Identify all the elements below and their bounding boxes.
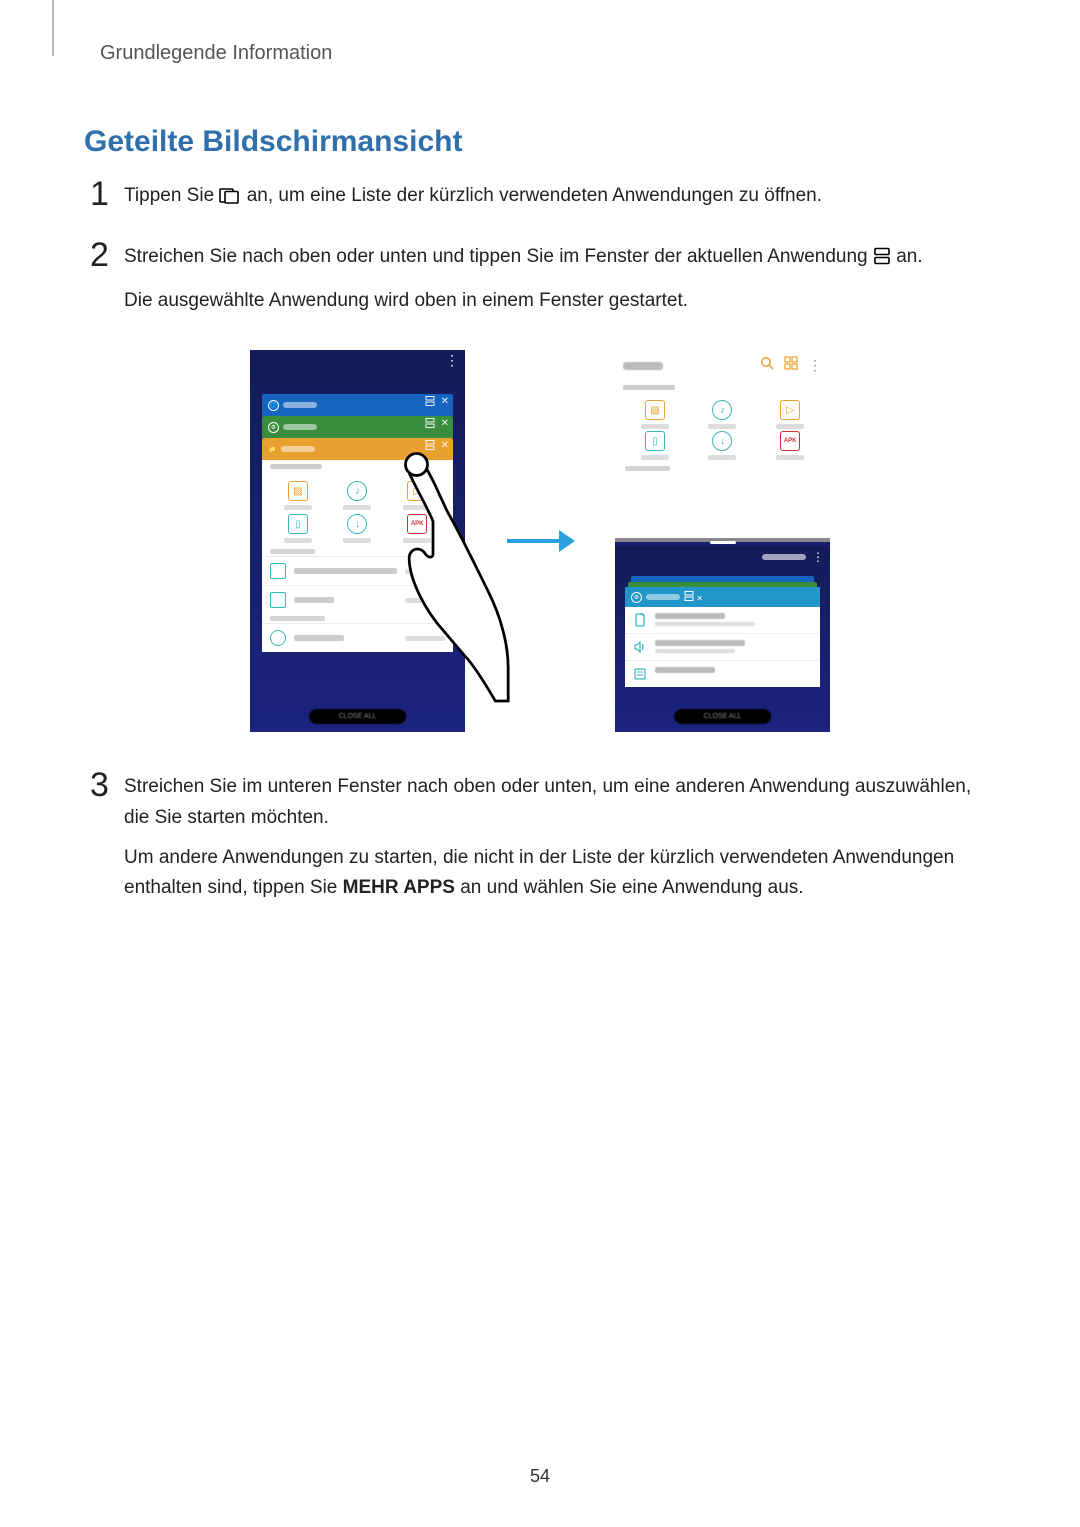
step-1-text-b: an, um eine Liste der kürzlich verwendet…: [247, 185, 822, 206]
step-3-text-a: Streichen Sie im unteren Fenster nach ob…: [124, 772, 990, 833]
myfiles-title: [623, 362, 663, 370]
overflow-icon: ⋮: [812, 550, 824, 564]
recent-app-settings-header: ⚙ ✕: [625, 587, 820, 607]
gear-icon: ⚙: [631, 592, 642, 603]
download-icon: ↓: [712, 431, 732, 451]
video-icon: ▷: [780, 400, 800, 420]
step-1-number: 1: [90, 177, 124, 211]
step-3-text-b-post: an und wählen Sie eine Anwendung aus.: [460, 877, 803, 898]
storage-row-sd: [262, 585, 453, 614]
close-icon: ✕: [696, 594, 703, 603]
recents-icon: [219, 184, 241, 214]
page-number: 54: [530, 1466, 550, 1487]
close-icon: ✕: [441, 396, 449, 409]
settings-row-notifications: [625, 661, 820, 687]
overflow-icon: ⋮: [808, 357, 822, 374]
video-icon: ▷: [407, 481, 427, 501]
sound-icon: [633, 640, 647, 654]
step-2-text-a: Streichen Sie nach oben oder unten und t…: [124, 246, 873, 267]
connections-icon: [633, 613, 647, 627]
breadcrumb: Grundlegende Information: [100, 42, 990, 65]
arrow-right-icon: [505, 526, 575, 556]
more-apps-label: [762, 554, 806, 560]
recent-app-settings: ⚙ ✕: [262, 416, 453, 438]
split-view-icon: [684, 594, 696, 603]
apk-icon: APK: [407, 514, 427, 534]
storage-row-cloud: [262, 623, 453, 652]
settings-row-sounds: [625, 634, 820, 661]
figure-split-screen: ⋮ 🌐 ✕ ⚙: [90, 350, 990, 732]
image-icon: ▨: [288, 481, 308, 501]
close-all-button: CLOSE ALL: [674, 709, 772, 724]
split-view-icon: [425, 418, 435, 431]
grid-icon: [784, 356, 798, 375]
notifications-icon: [633, 667, 647, 681]
close-all-button: CLOSE ALL: [309, 709, 407, 724]
storage-row-internal: [262, 556, 453, 585]
music-icon: ♪: [347, 481, 367, 501]
settings-row-connections: [625, 607, 820, 634]
recent-app-myfiles: 📁 ✕: [262, 438, 453, 460]
split-view-icon: [425, 396, 435, 409]
document-file-icon: ▯: [288, 514, 308, 534]
step-3-number: 3: [90, 768, 124, 802]
recent-app-internet: 🌐 ✕: [262, 394, 453, 416]
music-icon: ♪: [712, 400, 732, 420]
phone-left-recents: ⋮ 🌐 ✕ ⚙: [250, 350, 465, 732]
gear-icon: ⚙: [268, 422, 279, 433]
step-2-text-c: Die ausgewählte Anwendung wird oben in e…: [124, 286, 990, 316]
step-2: 2 Streichen Sie nach oben oder unten und…: [90, 242, 990, 326]
download-icon: ↓: [347, 514, 367, 534]
step-2-text-b: an.: [896, 246, 922, 267]
step-1: 1 Tippen Sie an, um eine Liste der kürzl…: [90, 181, 990, 224]
document-file-icon: ▯: [645, 431, 665, 451]
close-icon: ✕: [441, 418, 449, 431]
step-1-text-a: Tippen Sie: [124, 185, 219, 206]
split-view-icon: [873, 245, 891, 275]
split-view-icon: [425, 440, 435, 453]
step-2-number: 2: [90, 238, 124, 272]
close-icon: ✕: [441, 440, 449, 453]
overflow-icon: ⋮: [445, 352, 459, 369]
split-divider-handle: [710, 541, 736, 544]
folder-icon: 📁: [268, 445, 277, 454]
search-icon: [760, 356, 774, 375]
phone-right-split: ⋮ ▨ ♪ ▷ ▯ ↓ APK: [615, 350, 830, 732]
step-3: 3 Streichen Sie im unteren Fenster nach …: [90, 772, 990, 914]
section-title-split-view: Geteilte Bildschirmansicht: [84, 125, 990, 159]
globe-icon: 🌐: [268, 400, 279, 411]
apk-icon: APK: [780, 431, 800, 451]
step-3-more-apps-bold: MEHR APPS: [343, 877, 455, 898]
image-icon: ▨: [645, 400, 665, 420]
